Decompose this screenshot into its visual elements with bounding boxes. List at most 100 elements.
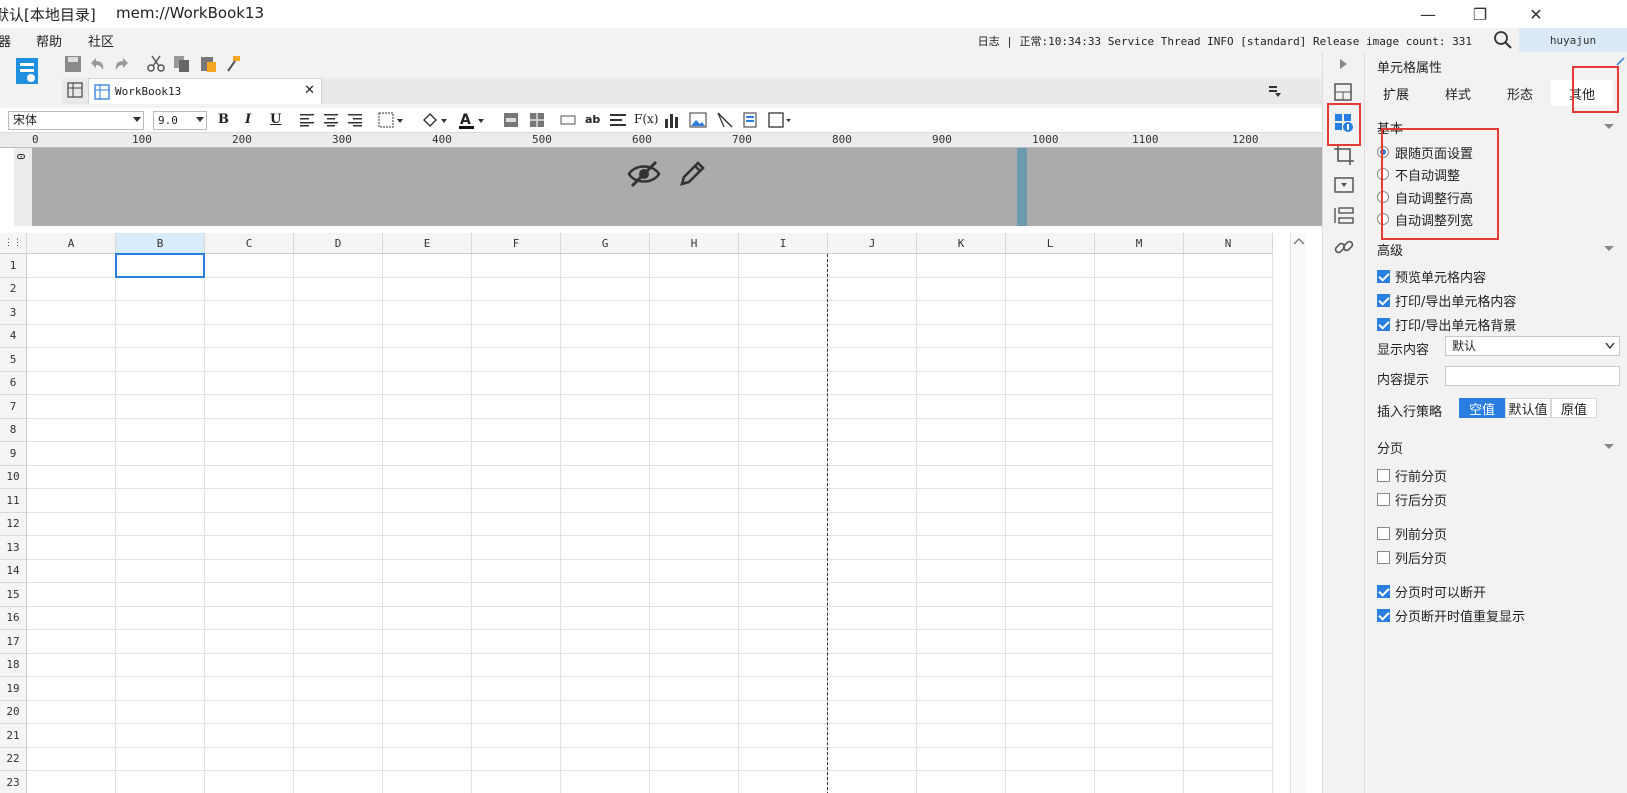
restore-button[interactable]: ❐ xyxy=(1457,0,1503,28)
check-preview-content[interactable]: 预览单元格内容 xyxy=(1377,266,1486,286)
panel-pin-icon[interactable] xyxy=(1615,56,1625,66)
text-field-icon[interactable] xyxy=(560,115,576,125)
align-left-icon[interactable] xyxy=(300,113,316,127)
tab-expand[interactable]: 扩展 xyxy=(1365,80,1427,106)
check-break-after-row[interactable]: 行后分页 xyxy=(1377,489,1447,509)
row-header-12[interactable]: 12 xyxy=(0,512,27,536)
insert-default-button[interactable]: 默认值 xyxy=(1505,398,1551,418)
underline-button[interactable]: U xyxy=(270,112,281,130)
align-right-icon[interactable] xyxy=(346,113,362,127)
subreport-icon[interactable] xyxy=(742,112,758,128)
insert-original-button[interactable]: 原值 xyxy=(1551,398,1597,418)
tab-workbook13[interactable]: WorkBook13 ✕ xyxy=(88,78,322,104)
row-header-4[interactable]: 4 xyxy=(0,324,27,348)
row-header-23[interactable]: 23 xyxy=(0,771,27,793)
row-header-20[interactable]: 20 xyxy=(0,700,27,724)
row-header-9[interactable]: 9 xyxy=(0,442,27,466)
expand-arrow-icon[interactable] xyxy=(1337,58,1349,70)
log-status-text[interactable]: 日志 | 正常:10:34:33 Service Thread INFO [st… xyxy=(978,33,1472,49)
close-button[interactable]: ✕ xyxy=(1513,0,1559,28)
slash-cell-icon[interactable] xyxy=(716,111,734,129)
column-header-b[interactable]: B xyxy=(116,233,205,254)
row-header-6[interactable]: 6 xyxy=(0,371,27,395)
row-header-5[interactable]: 5 xyxy=(0,348,27,372)
row-header-8[interactable]: 8 xyxy=(0,418,27,442)
merge-cells-icon[interactable] xyxy=(503,112,519,128)
chevron-up-icon[interactable] xyxy=(1292,236,1306,246)
check-print-content[interactable]: 打印/导出单元格内容 xyxy=(1377,290,1516,310)
font-color-icon[interactable]: A xyxy=(458,111,486,131)
search-icon[interactable] xyxy=(1493,30,1513,50)
hyperlink-icon[interactable] xyxy=(1333,236,1355,258)
column-header-c[interactable]: C xyxy=(205,233,294,254)
grid-view-icon[interactable] xyxy=(67,82,83,98)
row-header-16[interactable]: 16 xyxy=(0,606,27,630)
row-header-13[interactable]: 13 xyxy=(0,536,27,560)
check-repeat-on-break[interactable]: 分页断开时值重复显示 xyxy=(1377,605,1525,625)
text-wrap-icon[interactable]: ab xyxy=(585,113,600,126)
column-header-f[interactable]: F xyxy=(472,233,561,254)
cut-icon[interactable] xyxy=(147,55,165,73)
formula-icon[interactable]: F(x) xyxy=(634,112,658,126)
close-tab-icon[interactable]: ✕ xyxy=(304,83,315,98)
row-header-18[interactable]: 18 xyxy=(0,653,27,677)
row-header-21[interactable]: 21 xyxy=(0,724,27,748)
insert-object-icon[interactable] xyxy=(768,111,792,129)
border-icon[interactable] xyxy=(378,112,404,128)
image-icon[interactable] xyxy=(689,112,707,128)
check-print-background[interactable]: 打印/导出单元格背景 xyxy=(1377,314,1516,334)
column-header-i[interactable]: I xyxy=(739,233,828,254)
menu-item-help[interactable]: 帮助 xyxy=(36,31,62,50)
paste-icon[interactable] xyxy=(199,55,217,73)
column-header-d[interactable]: D xyxy=(294,233,383,254)
user-account[interactable]: huyajun xyxy=(1519,28,1627,52)
insert-empty-button[interactable]: 空值 xyxy=(1459,398,1505,418)
check-allow-break[interactable]: 分页时可以断开 xyxy=(1377,581,1486,601)
new-template-icon[interactable] xyxy=(14,56,40,88)
menu-item-server[interactable]: 器 xyxy=(0,31,11,50)
undo-icon[interactable] xyxy=(88,55,106,73)
row-header-19[interactable]: 19 xyxy=(0,677,27,701)
fill-color-icon[interactable] xyxy=(420,111,448,129)
split-cells-icon[interactable] xyxy=(529,112,545,128)
check-break-after-col[interactable]: 列后分页 xyxy=(1377,547,1447,567)
selected-cell[interactable] xyxy=(115,253,205,278)
tab-menu-icon[interactable] xyxy=(1268,84,1282,98)
check-break-before-col[interactable]: 列前分页 xyxy=(1377,523,1447,543)
font-family-select[interactable]: 宋体 xyxy=(8,111,144,130)
crop-frame-icon[interactable] xyxy=(1333,144,1355,166)
italic-button[interactable]: I xyxy=(245,112,251,130)
tab-style[interactable]: 样式 xyxy=(1427,80,1489,106)
column-header-j[interactable]: J xyxy=(828,233,917,254)
row-header-1[interactable]: 1 xyxy=(0,254,27,278)
page-width-marker[interactable] xyxy=(1017,148,1027,226)
row-header-7[interactable]: 7 xyxy=(0,395,27,419)
redo-icon[interactable] xyxy=(113,55,131,73)
chart-icon[interactable] xyxy=(664,111,680,129)
edit-pencil-icon[interactable] xyxy=(678,158,708,188)
condition-attribute-icon[interactable] xyxy=(1333,205,1355,227)
row-header-10[interactable]: 10 xyxy=(0,465,27,489)
column-header-g[interactable]: G xyxy=(561,233,650,254)
row-header-15[interactable]: 15 xyxy=(0,583,27,607)
check-break-before-row[interactable]: 行前分页 xyxy=(1377,465,1447,485)
widget-icon[interactable] xyxy=(1333,174,1355,196)
spreadsheet-grid[interactable]: ⋮⋮ A B C D E F G H I J K L M N 1 2 3 4 5 6 7 8 9 10 11 12 13 14 15 16 1… xyxy=(0,233,1310,793)
save-icon[interactable] xyxy=(64,55,82,73)
paragraph-icon[interactable] xyxy=(610,112,626,128)
column-header-l[interactable]: L xyxy=(1006,233,1095,254)
vertical-scrollbar[interactable] xyxy=(1290,233,1306,793)
column-header-n[interactable]: N xyxy=(1184,233,1273,254)
row-header-17[interactable]: 17 xyxy=(0,630,27,654)
content-tip-input[interactable] xyxy=(1445,366,1620,386)
row-header-22[interactable]: 22 xyxy=(0,747,27,771)
align-center-icon[interactable] xyxy=(323,113,339,127)
row-header-2[interactable]: 2 xyxy=(0,277,27,301)
copy-icon[interactable] xyxy=(173,55,191,73)
column-header-h[interactable]: H xyxy=(650,233,739,254)
display-content-select[interactable]: 默认 xyxy=(1445,336,1620,356)
row-header-11[interactable]: 11 xyxy=(0,489,27,513)
report-header-area[interactable] xyxy=(32,148,1322,226)
font-size-select[interactable]: 9.0 xyxy=(153,111,207,130)
column-header-a[interactable]: A xyxy=(27,233,116,254)
